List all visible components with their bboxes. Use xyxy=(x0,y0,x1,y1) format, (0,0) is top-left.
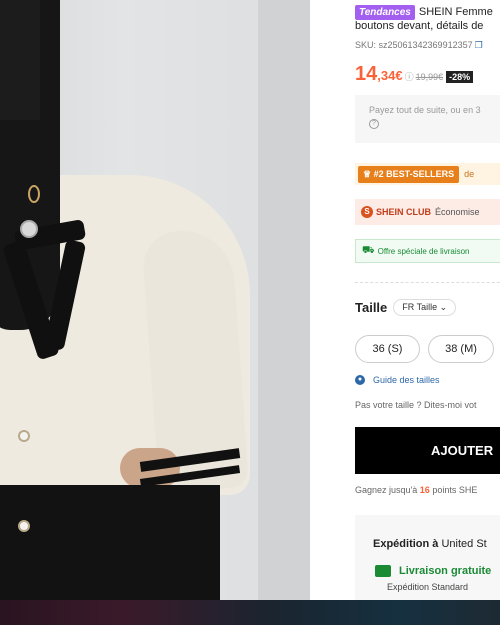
size-system-select[interactable]: FR Taille ⌄ xyxy=(393,299,457,316)
copy-icon[interactable]: ❐ xyxy=(475,40,483,50)
background-wall xyxy=(258,0,310,600)
product-image[interactable] xyxy=(0,0,310,600)
info-icon[interactable]: ⓘ xyxy=(405,70,414,83)
product-title-line2: boutons devant, détails de xyxy=(355,20,484,32)
product-title-text: SHEIN Femme xyxy=(418,6,493,18)
black-skirt xyxy=(0,485,220,600)
size-system-value: FR Taille xyxy=(402,302,438,312)
club-logo-icon: S xyxy=(361,206,373,218)
points-prefix: Gagnez jusqu'à xyxy=(355,485,418,495)
bottom-banner xyxy=(0,600,500,625)
discount-badge: -28% xyxy=(446,71,474,83)
product-info-panel: Tendances SHEIN Femme boutons devant, dét… xyxy=(355,0,500,600)
shipping-box: Expédition à United St Livraison gratuit… xyxy=(355,515,500,600)
shipping-offer[interactable]: ⛟ Offre spéciale de livraison xyxy=(355,239,500,263)
current-price: 14,34€ xyxy=(355,63,403,86)
payment-options[interactable]: Payez tout de suite, ou en 3 ? xyxy=(355,95,500,143)
pearl-button xyxy=(18,430,30,442)
price-row: 14,34€ ⓘ 19,99€ -28% xyxy=(355,63,474,86)
points-info: Gagnez jusqu'à 16 points SHE xyxy=(355,485,477,495)
shein-club-banner[interactable]: S SHEIN CLUB Économise xyxy=(355,199,500,225)
shipping-destination[interactable]: Expédition à United St xyxy=(373,538,487,550)
add-to-cart-button[interactable]: AJOUTER xyxy=(355,427,500,474)
size-request-link[interactable]: Pas votre taille ? Dites-moi vot xyxy=(355,400,477,410)
ruler-icon: ● xyxy=(355,375,365,385)
offer-text: Offre spéciale de livraison xyxy=(377,246,470,256)
pearl-button xyxy=(18,520,30,532)
sku: SKU: sz25061342369912357 ❐ xyxy=(355,40,483,51)
standard-shipping: Expédition Standard xyxy=(387,582,469,592)
chevron-down-icon: ⌄ xyxy=(439,302,448,312)
bestseller-badge: ♕ #2 BEST-SELLERS xyxy=(358,165,460,183)
model-hair xyxy=(0,0,40,120)
bestseller-banner[interactable]: ♕ #2 BEST-SELLERS de xyxy=(355,163,500,185)
free-shipping: Livraison gratuite xyxy=(375,565,491,577)
size-option[interactable]: 38 (M) xyxy=(428,335,494,363)
bestseller-suffix: de xyxy=(464,169,475,179)
product-title: Tendances SHEIN Femme xyxy=(355,5,493,20)
price-cents: ,34€ xyxy=(377,68,403,83)
size-header: Taille FR Taille ⌄ xyxy=(355,299,457,316)
size-options: 36 (S) 38 (M) xyxy=(355,335,494,363)
bestseller-label: #2 BEST-SELLERS xyxy=(373,168,455,179)
divider xyxy=(355,282,500,283)
free-shipping-text: Livraison gratuite xyxy=(399,565,492,577)
points-value: 16 xyxy=(419,485,430,495)
truck-icon: ⛟ xyxy=(362,244,375,256)
size-option[interactable]: 36 (S) xyxy=(355,335,420,363)
sku-text: SKU: sz25061342369912357 xyxy=(355,40,473,50)
trend-badge: Tendances xyxy=(355,5,415,20)
points-suffix: points SHE xyxy=(432,485,478,495)
payment-text: Payez tout de suite, ou en 3 xyxy=(369,105,481,115)
shipping-country: United St xyxy=(441,538,487,550)
club-text: Économise xyxy=(435,207,480,217)
shipping-label: Expédition à xyxy=(373,538,439,550)
size-guide-link[interactable]: ● Guide des tailles xyxy=(355,375,440,385)
brooch xyxy=(20,220,38,238)
trophy-icon: ♕ xyxy=(363,168,374,179)
help-icon[interactable]: ? xyxy=(369,119,379,129)
size-label: Taille xyxy=(355,300,388,315)
original-price: 19,99€ xyxy=(415,72,444,82)
price-main: 14 xyxy=(355,63,378,85)
size-guide-text: Guide des tailles xyxy=(373,375,440,385)
club-name: SHEIN CLUB xyxy=(376,207,432,217)
truck-icon xyxy=(375,565,391,577)
earring xyxy=(28,185,40,203)
